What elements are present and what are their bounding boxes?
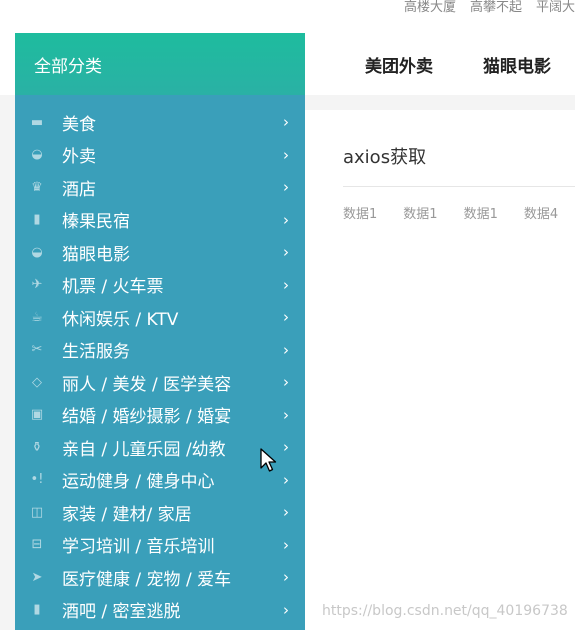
sidebar-item[interactable]: ▬ 美食 › [15, 107, 305, 137]
basket-icon: ◒ [31, 147, 43, 162]
sidebar-item-label: 酒吧 / 密室逃脱 [62, 602, 181, 622]
sidebar-item-label: 生活服务 [62, 342, 130, 362]
content-panel: axios获取 数据1 数据1 数据1 数据4 [305, 110, 575, 630]
chevron-right-icon: › [283, 275, 289, 294]
nav-item-maoyan-movie[interactable]: 猫眼电影 [483, 52, 551, 77]
bottle-icon: ⚱ [31, 439, 43, 455]
book-icon: ⊟ [31, 537, 43, 552]
sidebar-item-label: 家装 / 建材/ 家居 [62, 504, 192, 525]
burger-icon: ▬ [30, 114, 44, 130]
nav-item-meituan-waimai[interactable]: 美团外卖 [365, 52, 433, 77]
chevron-right-icon: › [283, 113, 289, 131]
basket-icon: ◒ [31, 244, 43, 260]
sidebar-item[interactable]: ▮ 榛果民宿 › [15, 205, 305, 235]
top-link-1[interactable]: 高楼大厦 [404, 0, 456, 18]
sidebar-item-label: 酒店 [62, 179, 96, 200]
data-list: 数据1 数据1 数据1 数据4 [343, 203, 558, 222]
cup-icon: ☕ [31, 309, 43, 325]
plane-icon: ✈ [31, 277, 43, 292]
sidebar-item-label: 运动健身 / 健身中心 [62, 472, 215, 492]
sidebar-item[interactable]: ✂ 生活服务 › [15, 335, 305, 365]
content-title: axios获取 [343, 147, 427, 168]
gift-icon: ▣ [30, 407, 44, 422]
sidebar-item[interactable]: ➤ 医疗健康 / 宠物 / 爱车 › [15, 562, 305, 592]
top-links: 高楼大厦 高攀不起 平阔大 [404, 0, 575, 18]
sidebar-item[interactable]: ♛ 酒店 › [15, 172, 305, 202]
chevron-right-icon: › [283, 568, 289, 586]
top-link-2[interactable]: 高攀不起 [470, 0, 522, 18]
sidebar-item-label: 医疗健康 / 宠物 / 爱车 [62, 569, 232, 590]
category-sidebar: 全部分类 ▬ 美食 › ◒ 外卖 › ♛ 酒店 › ▮ 榛果民宿 › ◒ 猫眼电影 › ✈ 机票 / 火车票 › ☕… [15, 33, 305, 630]
watermark: https://blog.csdn.net/qq_40196738 [322, 603, 568, 619]
sidebar-item[interactable]: ⊟ 学习培训 / 音乐培训 › [15, 530, 305, 560]
sidebar-item[interactable]: ☕ 休闲娱乐 / KTV › [15, 302, 305, 332]
sidebar-item-label: 猫眼电影 [62, 244, 130, 265]
sidebar-item-label: 休闲娱乐 / KTV [62, 309, 179, 330]
tools-icon: ✂ [31, 342, 43, 357]
chevron-right-icon: › [283, 600, 289, 619]
data-item[interactable]: 数据1 [464, 203, 498, 222]
content-divider [343, 186, 575, 187]
sidebar-item[interactable]: ◇ 丽人 / 美发 / 医学美容 › [15, 367, 305, 397]
chevron-right-icon: › [283, 210, 289, 229]
sidebar-item[interactable]: ✈ 机票 / 火车票 › [15, 270, 305, 300]
sidebar-item-label: 外卖 [62, 147, 96, 167]
chevron-right-icon: › [283, 535, 289, 554]
mouse-cursor-icon [260, 448, 277, 472]
sidebar-item[interactable]: ◒ 猫眼电影 › [15, 237, 305, 267]
sidebar-item-label: 丽人 / 美发 / 医学美容 [62, 374, 232, 395]
diamond-icon: ◇ [32, 374, 42, 390]
building-icon: ▮ [33, 212, 41, 227]
chevron-right-icon: › [283, 340, 289, 359]
building-icon: ▮ [33, 602, 41, 617]
wardrobe-icon: ◫ [30, 504, 44, 520]
sidebar-item-label: 机票 / 火车票 [62, 277, 164, 297]
sidebar-item[interactable]: ◒ 外卖 › [15, 140, 305, 170]
chevron-right-icon: › [283, 470, 289, 489]
chevron-right-icon: › [283, 373, 289, 391]
chevron-right-icon: › [283, 308, 289, 326]
sidebar-item[interactable]: ◫ 家装 / 建材/ 家居 › [15, 497, 305, 527]
chevron-right-icon: › [283, 145, 289, 164]
fish-icon: ➤ [31, 569, 43, 585]
sidebar-title[interactable]: 全部分类 [15, 33, 305, 95]
sidebar-item[interactable]: ▮ 酒吧 / 密室逃脱 › [15, 595, 305, 625]
chevron-right-icon: › [283, 178, 289, 196]
dumbbell-icon: •! [30, 472, 44, 487]
chevron-right-icon: › [283, 243, 289, 261]
sidebar-item-label: 榛果民宿 [62, 212, 130, 232]
top-link-3[interactable]: 平阔大 [536, 0, 575, 18]
sidebar-item-label: 美食 [62, 114, 96, 135]
chevron-right-icon: › [283, 405, 289, 424]
crown-icon: ♛ [31, 179, 43, 195]
chevron-right-icon: › [283, 438, 289, 456]
data-item[interactable]: 数据1 [343, 203, 377, 222]
sidebar-item-label: 亲自 / 儿童乐园 /幼教 [62, 439, 226, 460]
chevron-right-icon: › [283, 503, 289, 521]
data-item[interactable]: 数据4 [524, 203, 558, 222]
sidebar-item-label: 结婚 / 婚纱摄影 / 婚宴 [62, 407, 232, 427]
top-nav: 美团外卖 猫眼电影 [365, 52, 551, 77]
sidebar-item[interactable]: ▣ 结婚 / 婚纱摄影 / 婚宴 › [15, 400, 305, 430]
sidebar-item-label: 学习培训 / 音乐培训 [62, 537, 215, 557]
data-item[interactable]: 数据1 [403, 203, 437, 222]
